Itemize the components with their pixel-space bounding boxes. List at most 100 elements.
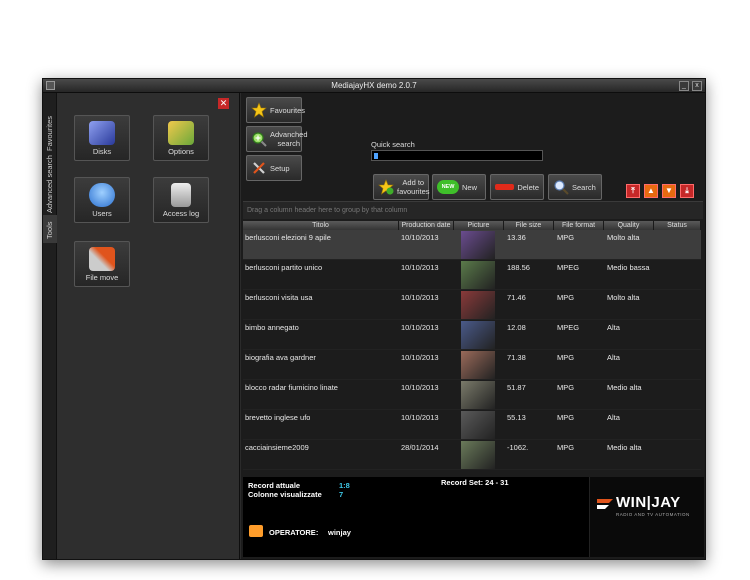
tab-favourites[interactable]: Favourites [43,97,57,153]
cell-title: bimbo annegato [245,323,299,332]
video-thumbnail [461,291,495,319]
disks-button[interactable]: Disks [74,115,130,161]
video-thumbnail [461,411,495,439]
brand-panel: WIN|JAY RADIO AND TV AUTOMATION [589,477,704,557]
cell-file-size: 188.56 [507,263,530,272]
book-icon [89,121,115,145]
cell-file-size: -1062. [507,443,529,452]
status-footer: Record attuale 1:8 Colonne visualizzate … [243,477,589,557]
move-down-icon[interactable]: ▼ [662,184,676,198]
cell-production-date: 10/10/2013 [401,413,439,422]
cell-file-format: MPEG [557,263,580,272]
table-row[interactable]: brevetto inglese ufo 10/10/2013 55.13 MPG Al… [243,410,701,440]
main-window: MediajayHX demo 2.0.7 _ x Favourites Adv… [42,78,706,560]
favourites-button[interactable]: Favourites [246,97,305,123]
cell-file-format: MPG [557,353,575,362]
access-log-button[interactable]: Access log [153,177,209,223]
lab-icon [168,121,194,145]
move-top-icon[interactable]: ⤒ [626,184,640,198]
column-header-status[interactable]: Status [654,221,701,230]
cell-production-date: 10/10/2013 [401,323,439,332]
cell-quality: Alta [607,413,620,422]
app-icon[interactable] [46,81,55,90]
window-title: MediajayHX demo 2.0.7 [331,81,417,90]
cell-production-date: 28/01/2014 [401,443,439,452]
vertical-tabs: Favourites Advanced search Tools [43,93,57,559]
recordset-label: Record Set: 24 - 31 [441,478,509,487]
record-label: Record attuale [248,481,301,490]
title-bar[interactable]: MediajayHX demo 2.0.7 _ x [43,79,705,93]
cell-production-date: 10/10/2013 [401,353,439,362]
cell-file-format: MPEG [557,323,580,332]
move-bottom-icon[interactable]: ⤓ [680,184,694,198]
cell-quality: Molto alta [607,293,640,302]
column-header-quality[interactable]: Quality [604,221,654,230]
cell-quality: Alta [607,323,620,332]
column-header-picture[interactable]: Picture [454,221,504,230]
cell-file-size: 55.13 [507,413,526,422]
document-icon [171,183,191,207]
quick-search-label: Quick search [371,140,415,149]
operator-value: winjay [328,528,351,537]
star-icon [251,102,267,118]
advanced-search-button[interactable]: Advanched search [246,126,308,152]
add-to-favourites-button[interactable]: Add to favourites [373,174,430,200]
grid-header: Titolo Production date Picture File size… [243,221,701,230]
table-row[interactable]: cacciainsieme2009 28/01/2014 -1062. MPG Medi… [243,440,701,470]
cell-title: berlusconi elezioni 9 apile [245,233,331,242]
options-button[interactable]: Options [153,115,209,161]
column-header-file-format[interactable]: File format [554,221,604,230]
new-badge-icon: NEW [437,180,459,194]
quick-search-input[interactable] [371,150,543,161]
table-row[interactable]: berlusconi elezioni 9 apile 10/10/2013 13.… [243,230,701,260]
cell-file-size: 71.38 [507,353,526,362]
users-button[interactable]: Users [74,177,130,223]
cell-file-size: 51.87 [507,383,526,392]
cell-title: blocco radar fiumicino linate [245,383,338,392]
cell-file-format: MPG [557,293,575,302]
new-button[interactable]: NEW New [432,174,486,200]
cell-production-date: 10/10/2013 [401,263,439,272]
cell-production-date: 10/10/2013 [401,383,439,392]
brand-name: WIN|JAY [616,494,681,511]
table-row[interactable]: berlusconi visita usa 10/10/2013 71.46 MPG M… [243,290,701,320]
table-row[interactable]: blocco radar fiumicino linate 10/10/2013 5… [243,380,701,410]
table-row[interactable]: bimbo annegato 10/10/2013 12.08 MPEG Alta [243,320,701,350]
file-move-button[interactable]: File move [74,241,130,287]
cell-file-size: 13.36 [507,233,526,242]
close-panel-icon[interactable]: ✕ [218,98,229,109]
cell-file-size: 71.46 [507,293,526,302]
cell-file-size: 12.08 [507,323,526,332]
close-window-button[interactable]: x [692,81,702,91]
wrench-icon [253,162,265,174]
columns-label: Colonne visualizzate [248,490,322,499]
users-icon [89,183,115,207]
table-row[interactable]: berlusconi partito unico 10/10/2013 188.56… [243,260,701,290]
cell-file-format: MPG [557,383,575,392]
delete-button[interactable]: Delete [490,174,544,200]
column-header-file-size[interactable]: File size [504,221,554,230]
cell-title: berlusconi partito unico [245,263,323,272]
cell-production-date: 10/10/2013 [401,233,439,242]
move-up-icon[interactable]: ▲ [644,184,658,198]
cell-production-date: 10/10/2013 [401,293,439,302]
cell-file-format: MPG [557,443,575,452]
video-thumbnail [461,231,495,259]
cell-file-format: MPG [557,233,575,242]
column-header-titolo[interactable]: Titolo [243,221,399,230]
minimize-button[interactable]: _ [679,81,689,91]
cell-quality: Molto alta [607,233,640,242]
search-plus-icon [252,132,267,147]
cell-quality: Alta [607,353,620,362]
star-plus-icon [378,179,394,195]
setup-button[interactable]: Setup [246,155,302,181]
group-by-bar[interactable]: Drag a column header here to group by th… [243,201,703,219]
tab-advanced-search[interactable]: Advanced search [43,153,57,215]
table-row[interactable]: biografia ava gardner 10/10/2013 71.38 MPG A… [243,350,701,380]
search-button[interactable]: Search [548,174,602,200]
video-thumbnail [461,321,495,349]
column-header-production-date[interactable]: Production date [399,221,454,230]
columns-value: 7 [339,490,344,499]
tab-tools[interactable]: Tools [43,215,57,243]
video-thumbnail [461,441,495,469]
